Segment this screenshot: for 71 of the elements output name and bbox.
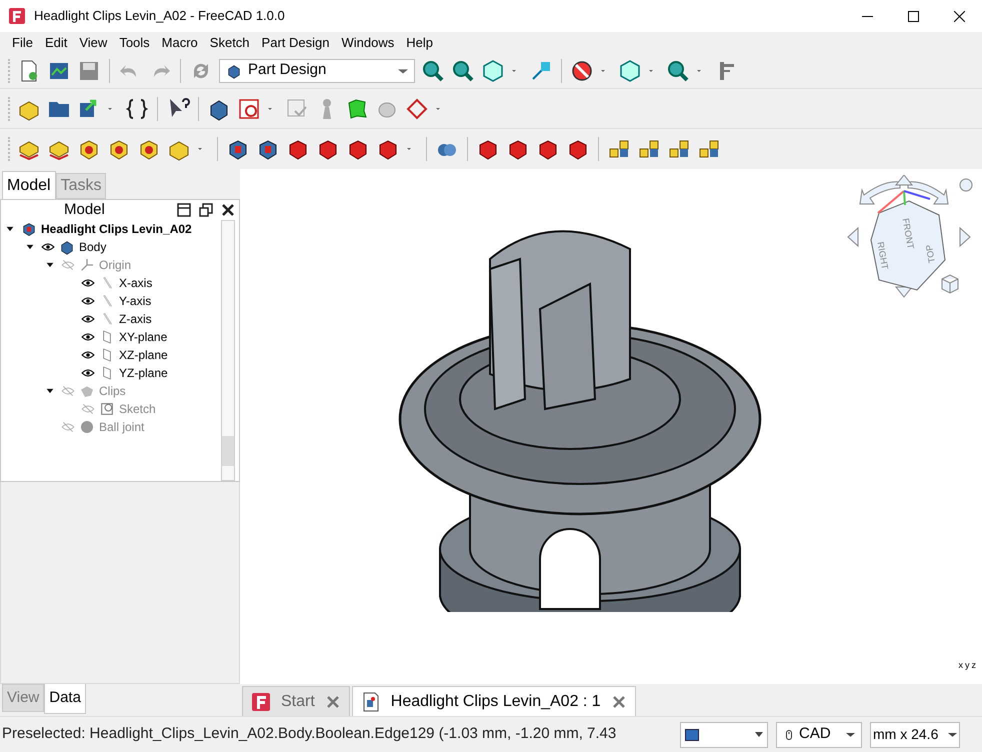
body-icon xyxy=(59,239,75,255)
sketch-icon[interactable] xyxy=(237,96,261,120)
expanded-arrow-icon[interactable] xyxy=(5,224,15,234)
document-icon xyxy=(21,221,37,237)
panel-tab[interactable]: Model xyxy=(2,171,56,199)
up-arrow-icon[interactable] xyxy=(894,175,914,186)
tree-item[interactable]: Origin xyxy=(5,256,221,274)
tree-item[interactable]: Headlight Clips Levin_A02 xyxy=(5,220,221,238)
circle-icon[interactable] xyxy=(960,178,972,192)
tree-item[interactable]: XZ-plane xyxy=(5,346,221,364)
tree-item[interactable]: Y-axis xyxy=(5,292,221,310)
tree-item[interactable]: Sketch xyxy=(5,400,221,418)
box-view-icon[interactable] xyxy=(618,58,642,82)
maximize-icon[interactable] xyxy=(908,10,918,22)
color-swatch-icon xyxy=(685,728,699,740)
rotate-left-arrow-icon[interactable] xyxy=(860,181,900,204)
status-text: Preselected: Headlight_Clips_Levin_A02.Body.Boolean.Edge129 (-1.03 mm, -1.20 mm, 7.43 xyxy=(1,724,618,744)
expanded-arrow-icon[interactable] xyxy=(45,260,55,270)
axes-icon xyxy=(79,257,95,273)
menu-item[interactable]: Help xyxy=(400,32,439,52)
panel-float-icon[interactable] xyxy=(199,203,213,217)
document-tab[interactable]: Start xyxy=(242,686,350,716)
dropdown-caret-icon xyxy=(948,730,957,739)
expanded-arrow-icon[interactable] xyxy=(25,242,35,252)
cube-icon[interactable] xyxy=(942,274,958,294)
units-combo[interactable]: mm x 24.6 xyxy=(870,722,960,748)
panel-dock-icon[interactable] xyxy=(177,203,191,217)
right-arrow-icon[interactable] xyxy=(960,226,971,248)
tree-item[interactable]: Z-axis xyxy=(5,310,221,328)
view-cube-icon[interactable] xyxy=(481,58,505,82)
menu-item[interactable]: Edit xyxy=(38,32,74,52)
search-icon[interactable] xyxy=(666,58,690,82)
zoom-selection-icon[interactable] xyxy=(451,58,475,82)
zoom-fit-icon[interactable] xyxy=(421,58,445,82)
close-icon[interactable] xyxy=(221,203,235,217)
sphere-icon xyxy=(79,419,95,435)
panel-title: Model xyxy=(64,200,105,220)
rotate-right-arrow-icon[interactable] xyxy=(908,181,948,204)
dropdown-caret-icon xyxy=(846,730,855,739)
left-arrow-icon[interactable] xyxy=(847,226,858,248)
document-tab[interactable]: Headlight Clips Levin_A02 : 1 xyxy=(352,686,636,716)
expanded-arrow-icon[interactable] xyxy=(45,386,55,396)
scrollbar[interactable] xyxy=(221,220,235,481)
menu-item[interactable]: Macro xyxy=(156,32,204,52)
menu-item[interactable]: View xyxy=(73,32,114,52)
navigation-style-combo[interactable]: CAD xyxy=(776,722,862,748)
tree-item[interactable]: Clips xyxy=(5,382,221,400)
workbench-selector[interactable]: Part Design xyxy=(219,58,415,82)
axis-triad-drawing: x y z xyxy=(958,661,976,670)
no-sign-icon[interactable] xyxy=(570,58,594,82)
menu-item[interactable]: File xyxy=(6,32,39,52)
menu-item[interactable]: Tools xyxy=(113,32,156,52)
menu-item[interactable]: Part Design xyxy=(256,32,336,52)
sketch-icon xyxy=(99,401,115,417)
color-combo[interactable] xyxy=(680,722,768,748)
3d-viewport[interactable]: FRONT TOP RIGHT x y z xyxy=(240,169,982,684)
tree-item[interactable]: XY-plane xyxy=(5,328,221,346)
app-logo-icon xyxy=(8,7,26,25)
menu-item[interactable]: Windows xyxy=(335,32,400,52)
tree-item[interactable]: YZ-plane xyxy=(5,364,221,382)
diamond-icon[interactable] xyxy=(405,96,429,120)
window-title: Headlight Clips Levin_A02 - FreeCAD 1.0.0 xyxy=(34,7,285,26)
braces-icon[interactable] xyxy=(125,96,149,120)
close-icon[interactable] xyxy=(954,10,964,22)
menu-item[interactable]: Sketch xyxy=(204,32,256,52)
tree-item[interactable]: Ball joint xyxy=(5,418,221,436)
tree-item[interactable]: Body xyxy=(5,238,221,256)
cube-icon xyxy=(226,62,242,78)
property-tab[interactable]: Data xyxy=(44,684,86,714)
tree-item[interactable]: X-axis xyxy=(5,274,221,292)
dropdown-caret-icon xyxy=(755,732,763,737)
